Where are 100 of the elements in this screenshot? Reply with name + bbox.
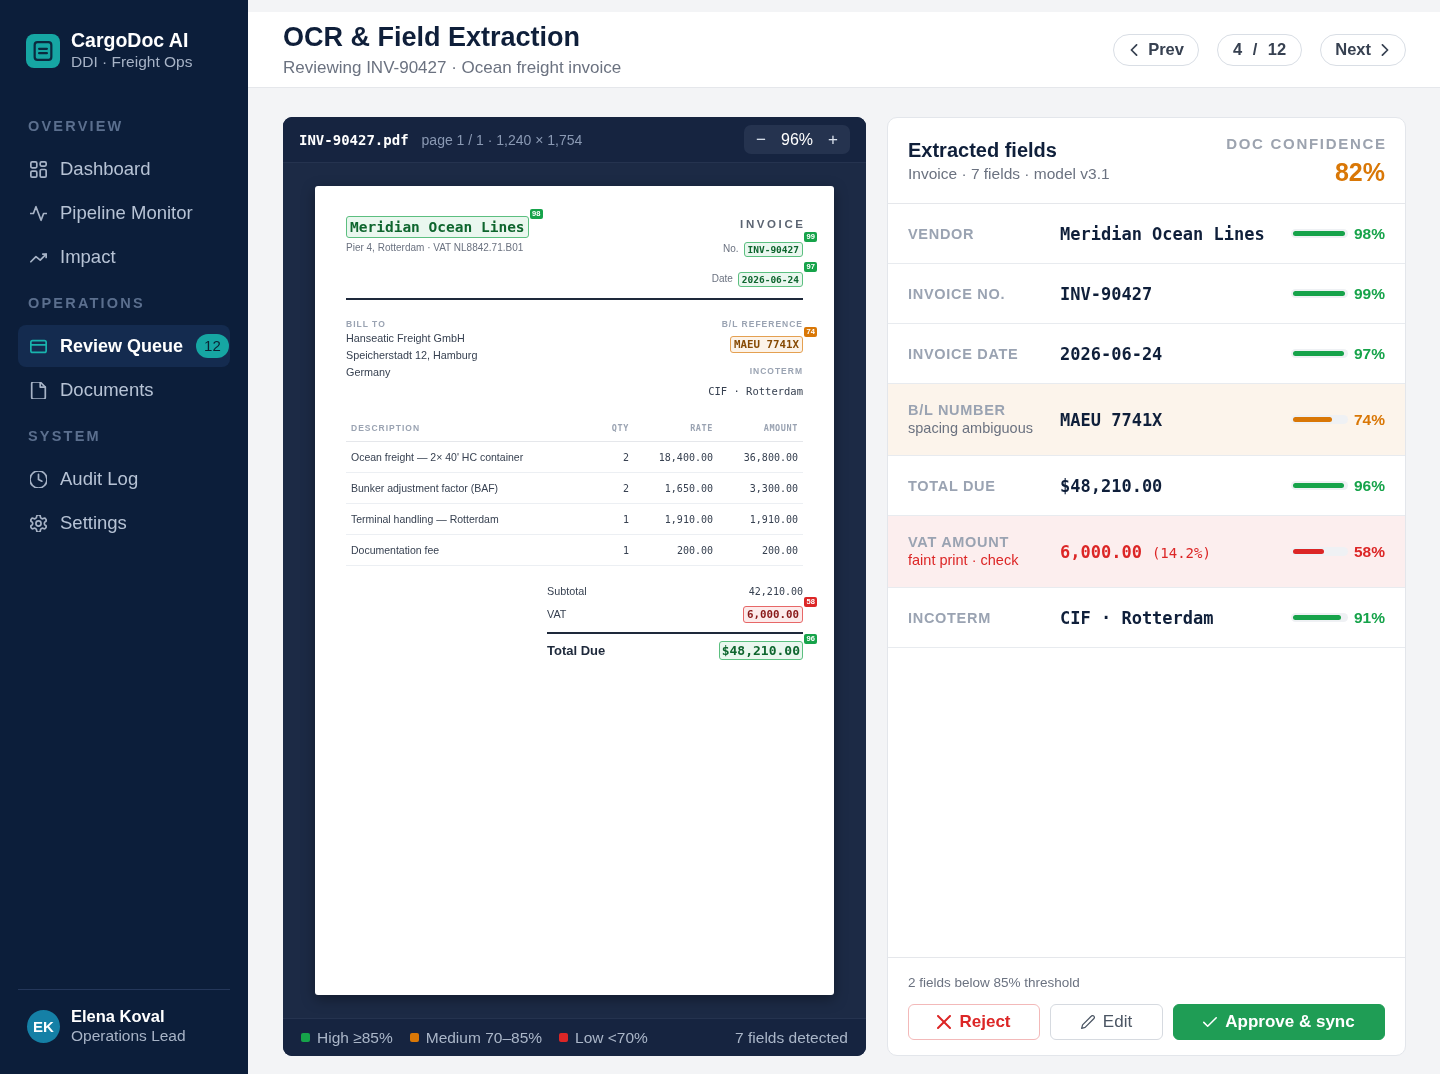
card-icon xyxy=(30,337,47,355)
nav-item[interactable]: Pipeline Monitor xyxy=(18,192,230,234)
user-avatar: EK xyxy=(27,1009,60,1043)
threshold-note: 2 fields below 85% threshold xyxy=(908,974,1081,991)
field-value-note: (14.2%) xyxy=(1151,544,1211,561)
panel-title: Extracted fields xyxy=(908,138,1058,162)
page-info: page 1 / 1 · 1,240 × 1,754 xyxy=(421,131,583,148)
extracted-value: MAEU 7741X xyxy=(730,336,803,353)
nav-item[interactable]: Review Queue 12 xyxy=(18,325,230,367)
confidence-score: 99% xyxy=(1352,284,1385,303)
field-label: B/L NUMBER xyxy=(908,401,1007,419)
nav-item[interactable]: Settings xyxy=(18,502,230,544)
total-label: VAT xyxy=(547,606,567,622)
nav-item[interactable]: Impact xyxy=(18,236,230,278)
field-value: 2026-06-24 xyxy=(1060,343,1163,364)
field-label: INVOICE DATE xyxy=(908,344,1020,363)
nav-item[interactable]: Documents xyxy=(18,369,230,411)
table-cell: 1 xyxy=(594,504,634,535)
confidence-score: 98% xyxy=(1352,224,1385,243)
extracted-value: INV-90427 xyxy=(743,242,803,257)
field-caption: No. xyxy=(722,242,739,254)
document-type: INVOICE xyxy=(740,217,806,232)
next-button[interactable]: Next xyxy=(1320,33,1406,66)
confidence-score: 58% xyxy=(1352,542,1385,561)
column-header: DESCRIPTION xyxy=(346,414,594,442)
prev-button[interactable]: Prev xyxy=(1113,33,1199,66)
field-label: TOTAL DUE xyxy=(908,476,997,495)
section-label: B/L REFERENCE xyxy=(721,319,803,330)
confidence-label: DOC CONFIDENCE xyxy=(1226,135,1387,153)
table-cell: Bunker adjustment factor (BAF) xyxy=(346,473,594,504)
file-name: INV-90427.pdf xyxy=(299,131,409,148)
table-cell: 1,650.00 xyxy=(634,473,718,504)
reference-value: CIF · Rotterdam xyxy=(708,385,803,397)
grid-icon xyxy=(30,160,47,178)
section-label: BILL TO xyxy=(346,319,387,330)
column-header: AMOUNT xyxy=(718,414,803,442)
table-cell: Terminal handling — Rotterdam xyxy=(346,504,594,535)
extracted-value: 6,000.00 xyxy=(743,606,803,623)
confidence-score: 91% xyxy=(1352,608,1385,627)
vendor-address: Pier 4, Rotterdam · VAT NL8842.71.B01 xyxy=(346,242,525,254)
table-cell: 18,400.00 xyxy=(634,442,718,473)
field-value: $48,210.00 xyxy=(1060,475,1163,496)
field-note: spacing ambiguous xyxy=(908,419,1034,438)
section-label: INCOTERM xyxy=(749,366,803,377)
app-name: CargoDoc AI xyxy=(71,29,190,52)
app-subtitle: DDI · Freight Ops xyxy=(71,52,193,72)
user-name: Elena Koval xyxy=(71,1006,166,1026)
page-counter: 4 / 12 xyxy=(1216,33,1303,66)
panel-subtitle: Invoice · 7 fields · model v3.1 xyxy=(908,164,1110,184)
address-line: Speicherstadt 12, Hamburg xyxy=(346,348,478,363)
column-header: RATE xyxy=(634,414,718,442)
field-value: 6,000.00 xyxy=(1060,541,1142,562)
nav-item[interactable]: Dashboard xyxy=(18,148,230,190)
total-label: Total Due xyxy=(547,642,606,659)
reject-button[interactable]: Reject xyxy=(908,1004,1040,1040)
user-role: Operations Lead xyxy=(71,1026,186,1046)
table-cell: 200.00 xyxy=(718,535,803,566)
confidence-score: 96% xyxy=(1352,476,1385,495)
nav-section-label: OVERVIEW xyxy=(27,117,125,136)
column-header: QTY xyxy=(594,414,634,442)
logo-icon xyxy=(26,33,60,68)
count-badge: 12 xyxy=(196,334,229,358)
legend-label: Low <70% xyxy=(575,1028,648,1047)
table-cell: 2 xyxy=(594,442,634,473)
field-value: INV-90427 xyxy=(1060,283,1153,304)
table-cell: 1,910.00 xyxy=(634,504,718,535)
table-cell: 2 xyxy=(594,473,634,504)
zoom-out-button[interactable]: − xyxy=(750,127,772,152)
table-cell: 1,910.00 xyxy=(718,504,803,535)
address-line: Hanseatic Freight GmbH xyxy=(346,331,466,346)
pencil-icon xyxy=(1080,1015,1095,1029)
zoom-in-button[interactable]: + xyxy=(822,127,844,152)
chevron-right-icon xyxy=(1379,43,1391,56)
table-cell: 36,800.00 xyxy=(718,442,803,473)
confidence-score: 74% xyxy=(1352,410,1385,429)
table-cell: Documentation fee xyxy=(346,535,594,566)
table-cell: 200.00 xyxy=(634,535,718,566)
field-value: MAEU 7741X xyxy=(1060,409,1163,430)
x-icon xyxy=(937,1015,952,1029)
field-label: VENDOR xyxy=(908,224,976,243)
nav-section-label: OPERATIONS xyxy=(27,294,146,313)
settings-icon xyxy=(30,514,47,532)
address-line: Germany xyxy=(346,365,392,380)
edit-button[interactable]: Edit xyxy=(1050,1004,1163,1040)
field-value: Meridian Ocean Lines xyxy=(1060,223,1265,244)
nav-section-label: SYSTEM xyxy=(27,427,102,446)
field-note: faint print · check xyxy=(908,551,1020,570)
page-subtitle: Reviewing INV-90427 · Ocean freight invoice xyxy=(283,56,622,79)
legend-label: Medium 70–85% xyxy=(425,1028,543,1047)
table-cell: 1 xyxy=(594,535,634,566)
file-icon xyxy=(30,381,47,399)
clock-icon xyxy=(30,470,47,488)
nav-item[interactable]: Audit Log xyxy=(18,458,230,500)
field-label: INVOICE NO. xyxy=(908,284,1007,303)
page-title: OCR & Field Extraction xyxy=(283,20,582,53)
field-caption: Date xyxy=(711,272,733,284)
zoom-level: 96% xyxy=(780,130,814,149)
total-label: Subtotal xyxy=(547,584,587,599)
field-label: VAT AMOUNT xyxy=(908,533,1010,551)
table-cell: Ocean freight — 2× 40' HC container xyxy=(346,442,594,473)
